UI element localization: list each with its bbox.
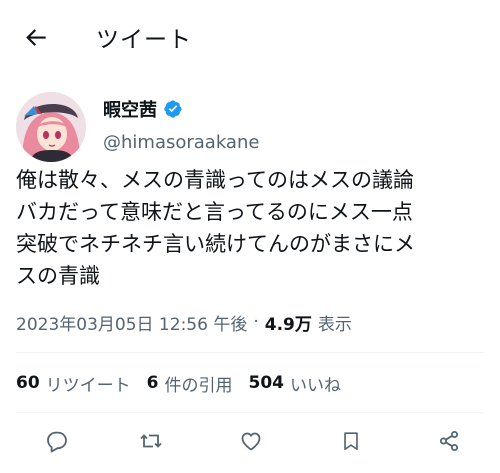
quotes-count: 6 <box>146 373 159 393</box>
retweets-stat[interactable]: 60 リツイート <box>16 371 131 396</box>
quotes-stat[interactable]: 6 件の引用 <box>147 371 233 396</box>
bookmark-icon <box>344 432 358 451</box>
quotes-label: 件の引用 <box>164 375 233 396</box>
arrow-left-icon <box>26 29 46 46</box>
avatar-illustration <box>16 92 86 162</box>
share-icon <box>440 431 458 451</box>
tweet-text-line: 突破でネチネチ言い続けてんのがまさにメ <box>16 232 415 256</box>
likes-count: 504 <box>248 373 285 393</box>
meta-separator: · <box>253 312 259 332</box>
top-bar: ツイート <box>0 0 500 74</box>
tweet-timestamp[interactable]: 2023年03月05日 12:56 午後 <box>16 310 247 335</box>
tweet-text: 俺は散々、メスの青識ってのはメスの議論 バカだって意味だと言ってるのにメス一点 … <box>16 164 486 292</box>
views-count[interactable]: 4.9万 <box>265 310 312 335</box>
views-label: 表示 <box>317 314 352 335</box>
author-handle[interactable]: @himasoraakane <box>103 132 259 153</box>
verified-badge-icon <box>163 99 183 119</box>
tweet-actions <box>0 420 500 460</box>
author-display-name[interactable]: 暇空茜 <box>103 96 157 122</box>
reply-button[interactable] <box>44 428 70 454</box>
bookmark-button[interactable] <box>338 428 364 454</box>
retweet-icon <box>140 434 162 448</box>
heart-icon <box>241 432 261 451</box>
tweet-stats: 60 リツイート 6 件の引用 504 いいね <box>16 370 357 396</box>
divider <box>16 412 484 413</box>
avatar[interactable] <box>16 92 86 162</box>
share-button[interactable] <box>436 428 462 454</box>
retweets-count: 60 <box>16 373 40 393</box>
tweet-detail-page: ツイート 暇空茜 @himasoraakane 俺は散々、メスの青識ってのはメス <box>0 0 500 473</box>
page-title: ツイート <box>96 27 192 53</box>
tweet-text-line: スの青識 <box>16 264 100 288</box>
reply-icon <box>47 431 67 453</box>
divider <box>16 352 484 353</box>
likes-stat[interactable]: 504 いいね <box>249 371 342 396</box>
author-name-row: 暇空茜 <box>103 96 183 122</box>
likes-label: いいね <box>290 375 342 396</box>
retweet-button[interactable] <box>138 428 164 454</box>
retweets-label: リツイート <box>45 375 131 396</box>
like-button[interactable] <box>238 428 264 454</box>
tweet-meta: 2023年03月05日 12:56 午後 · 4.9万 表示 <box>16 310 352 335</box>
back-button[interactable] <box>22 22 52 52</box>
tweet-text-line: バカだって意味だと言ってるのにメス一点 <box>16 200 413 224</box>
tweet-text-line: 俺は散々、メスの青識ってのはメスの議論 <box>16 168 414 192</box>
